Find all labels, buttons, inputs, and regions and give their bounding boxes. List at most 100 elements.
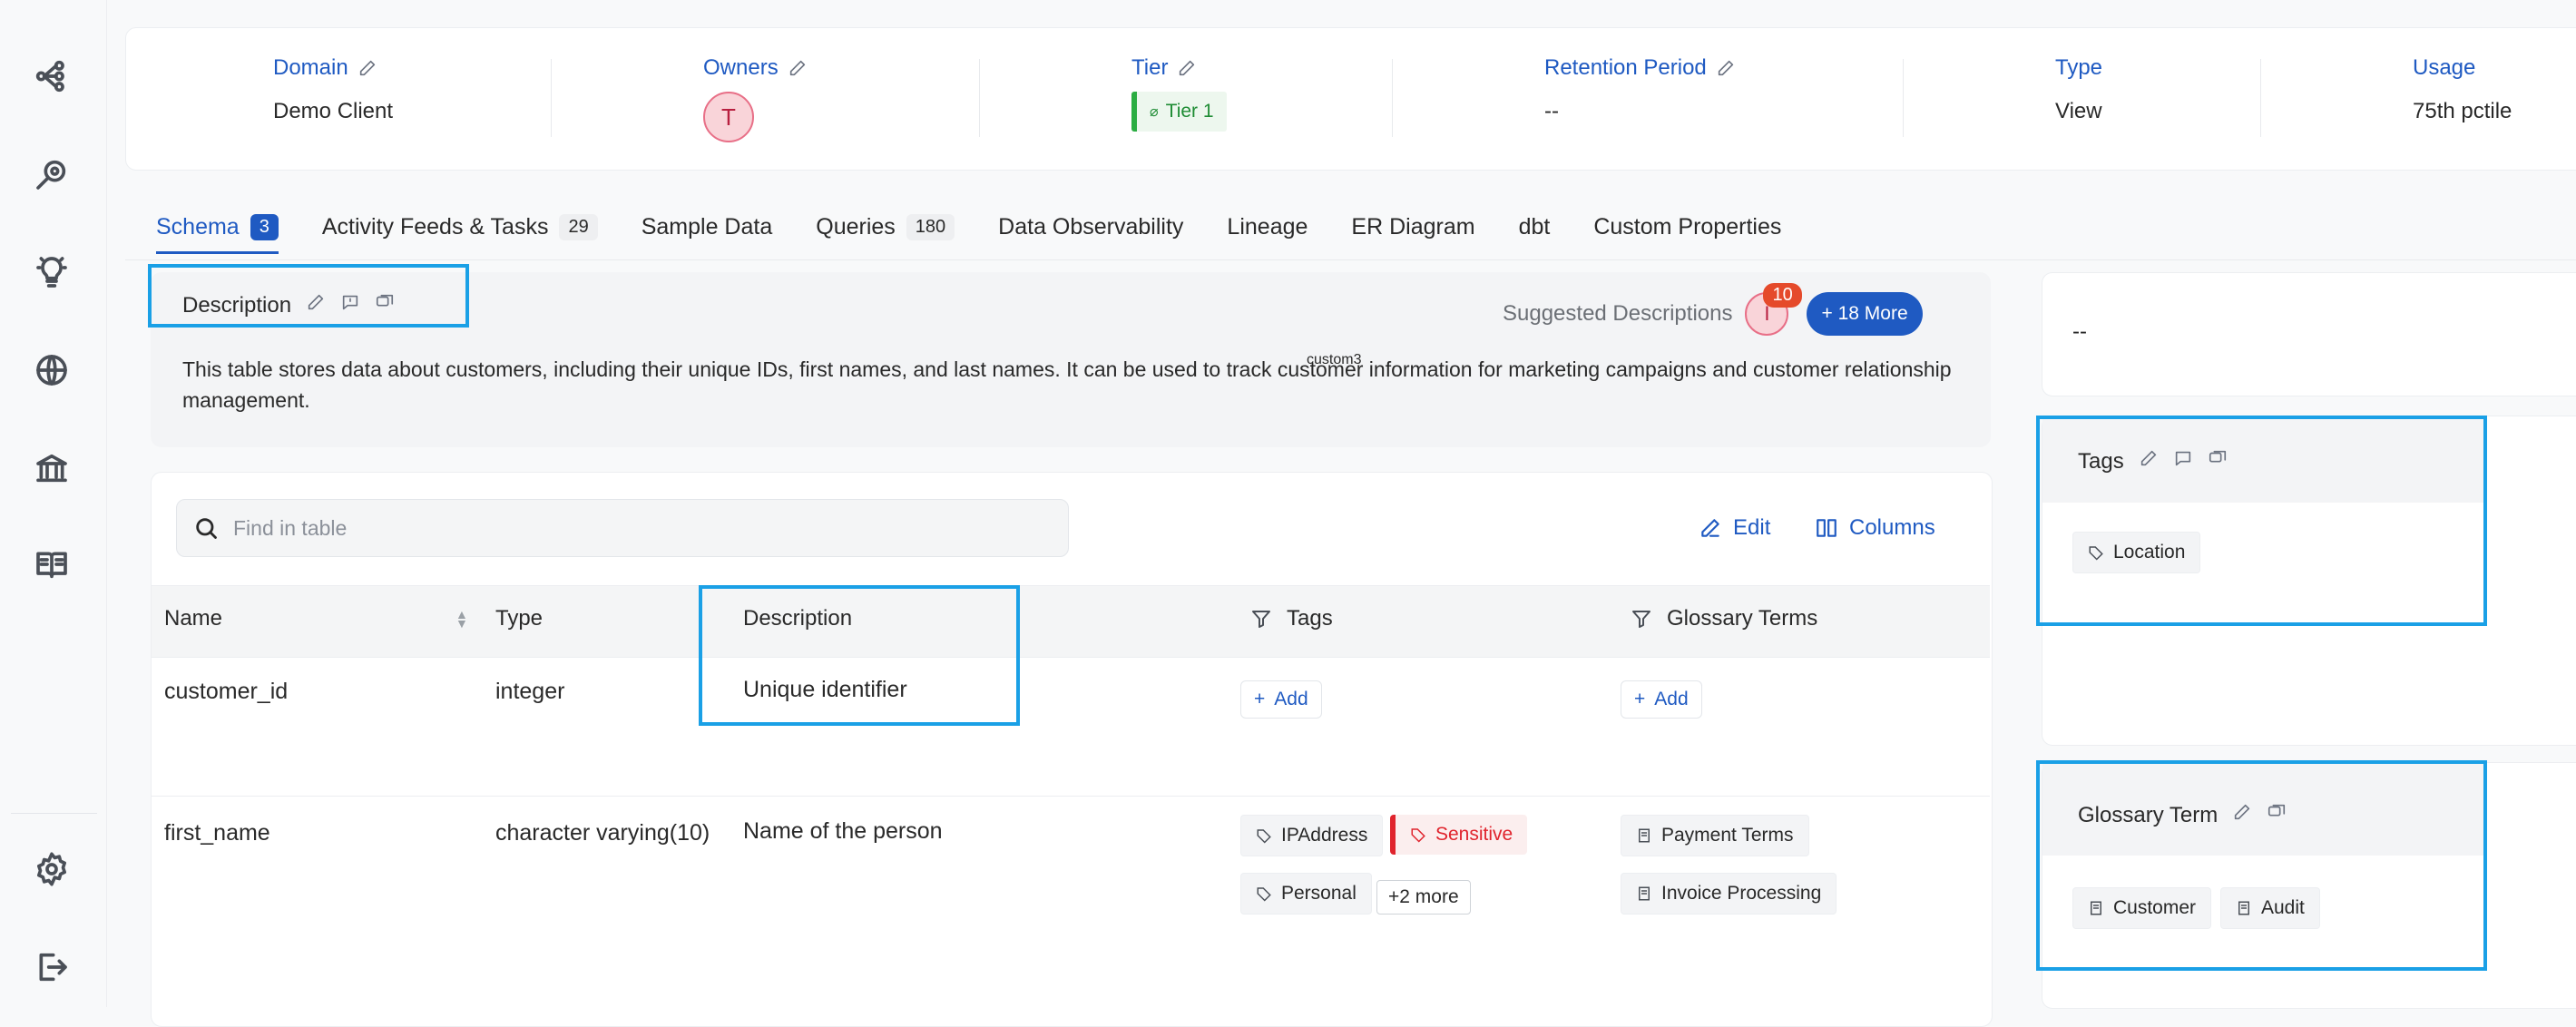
tab-label: Lineage bbox=[1227, 213, 1308, 240]
edit-label: Edit bbox=[1733, 515, 1771, 540]
tab-er-diagram[interactable]: ER Diagram bbox=[1351, 205, 1474, 249]
glossary-chip[interactable]: Payment Terms bbox=[1621, 815, 1809, 856]
add-tag-button[interactable]: + Add bbox=[1240, 680, 1322, 719]
retention-value: -- bbox=[1544, 99, 1559, 123]
tab-queries[interactable]: Queries 180 bbox=[816, 205, 955, 249]
conversation-icon[interactable] bbox=[375, 292, 395, 318]
description-header: Description bbox=[182, 292, 395, 318]
docs-icon[interactable] bbox=[30, 543, 73, 586]
owners-field: Owners T bbox=[703, 55, 808, 142]
header-label: Name bbox=[164, 606, 223, 631]
tab-custom-properties[interactable]: Custom Properties bbox=[1593, 205, 1781, 249]
tier-chip[interactable]: ⌀ Tier 1 bbox=[1131, 92, 1227, 132]
tier-field: Tier ⌀ Tier 1 bbox=[1131, 55, 1227, 132]
governance-icon[interactable] bbox=[30, 446, 73, 490]
more-tags-button[interactable]: +2 more bbox=[1376, 880, 1471, 915]
tab-schema[interactable]: Schema 3 bbox=[156, 205, 279, 254]
tab-label: Data Observability bbox=[998, 213, 1184, 240]
entity-header: Domain Demo Client Owners T Tier ⌀ Tier … bbox=[125, 27, 2576, 171]
tier-label: Tier bbox=[1131, 55, 1169, 80]
settings-icon[interactable] bbox=[30, 847, 73, 891]
type-field: Type View bbox=[2055, 55, 2102, 124]
edit-retention-icon[interactable] bbox=[1716, 58, 1736, 78]
header-divider bbox=[551, 59, 552, 137]
header-divider bbox=[1903, 59, 1904, 137]
tab-count: 3 bbox=[250, 213, 279, 240]
column-header-glossary[interactable]: Glossary Terms bbox=[1631, 606, 1817, 631]
logout-icon[interactable] bbox=[30, 945, 73, 989]
plus-icon: + bbox=[1254, 689, 1266, 709]
glossary-chip[interactable]: Invoice Processing bbox=[1621, 873, 1837, 915]
tab-activity-feeds[interactable]: Activity Feeds & Tasks 29 bbox=[322, 205, 598, 249]
domain-field: Domain Demo Client bbox=[273, 55, 393, 124]
sort-icon[interactable]: ▲ ▼ bbox=[455, 608, 468, 630]
glossary-label: Payment Terms bbox=[1661, 825, 1794, 846]
tab-data-observability[interactable]: Data Observability bbox=[998, 205, 1183, 249]
tag-icon bbox=[1257, 829, 1271, 844]
more-suggestions-button[interactable]: + 18 More bbox=[1807, 292, 1923, 336]
tab-count: 180 bbox=[906, 213, 955, 240]
add-label: Add bbox=[1274, 689, 1308, 709]
column-header-tags[interactable]: Tags bbox=[1250, 606, 1333, 631]
tag-chip-sensitive[interactable]: Sensitive bbox=[1390, 815, 1528, 855]
glossary-icon bbox=[1639, 886, 1650, 901]
tab-count: 29 bbox=[559, 213, 598, 240]
column-name-cell[interactable]: customer_id bbox=[164, 679, 288, 705]
tab-label: Custom Properties bbox=[1593, 213, 1782, 240]
globe-icon[interactable] bbox=[30, 348, 73, 392]
columns-label: Columns bbox=[1849, 515, 1935, 540]
suggestion-count-badge: 10 bbox=[1763, 283, 1802, 308]
edit-domain-icon[interactable] bbox=[358, 58, 377, 78]
edit-table-button[interactable]: Edit bbox=[1699, 515, 1770, 541]
explore-icon[interactable] bbox=[30, 152, 73, 196]
suggestion-avatar[interactable]: I 10 bbox=[1745, 283, 1802, 336]
request-description-icon[interactable] bbox=[340, 292, 360, 318]
edit-description-icon[interactable] bbox=[306, 292, 326, 318]
tab-sample-data[interactable]: Sample Data bbox=[642, 205, 773, 249]
owners-label: Owners bbox=[703, 55, 779, 80]
data-lineage-icon[interactable] bbox=[30, 54, 73, 98]
description-title: Description bbox=[182, 292, 292, 318]
add-label: Add bbox=[1654, 689, 1689, 709]
tag-label: Sensitive bbox=[1435, 824, 1513, 845]
columns-button[interactable]: Columns bbox=[1815, 515, 1935, 541]
tab-dbt[interactable]: dbt bbox=[1519, 205, 1551, 249]
type-label: Type bbox=[2055, 55, 2103, 80]
tag-chip[interactable]: IPAddress bbox=[1240, 815, 1384, 856]
column-type-cell: integer bbox=[495, 679, 565, 704]
tag-chip[interactable]: Personal bbox=[1240, 873, 1372, 915]
tab-label: Sample Data bbox=[641, 213, 773, 240]
add-glossary-term-button[interactable]: + Add bbox=[1621, 680, 1702, 719]
tab-label: ER Diagram bbox=[1351, 213, 1475, 240]
type-value: View bbox=[2055, 99, 2102, 123]
left-nav bbox=[0, 0, 107, 1007]
find-in-table-input[interactable]: Find in table bbox=[176, 499, 1069, 557]
header-divider bbox=[2260, 59, 2261, 137]
description-text: This table stores data about customers, … bbox=[182, 357, 1952, 412]
tab-lineage[interactable]: Lineage bbox=[1227, 205, 1308, 249]
highlight-box bbox=[699, 585, 1020, 726]
usage-label: Usage bbox=[2413, 55, 2476, 80]
domain-label: Domain bbox=[273, 55, 348, 80]
edit-owners-icon[interactable] bbox=[788, 58, 808, 78]
tag-icon bbox=[1411, 828, 1425, 843]
header-label: Glossary Terms bbox=[1667, 606, 1818, 631]
domain-value: Demo Client bbox=[273, 99, 394, 123]
retention-label: Retention Period bbox=[1544, 55, 1707, 80]
retention-field: Retention Period -- bbox=[1544, 55, 1736, 124]
column-description-cell[interactable]: Name of the person bbox=[743, 818, 943, 845]
tier-value: Tier 1 bbox=[1165, 101, 1214, 122]
column-header-name[interactable]: Name bbox=[164, 606, 222, 631]
filter-icon bbox=[1632, 611, 1650, 628]
owner-avatar[interactable]: T bbox=[703, 92, 754, 142]
right-panel-card bbox=[2042, 272, 2576, 396]
header-divider bbox=[979, 59, 980, 137]
row-divider bbox=[152, 796, 1990, 797]
tab-label: Schema bbox=[156, 213, 240, 240]
tab-label: dbt bbox=[1518, 213, 1551, 240]
insights-icon[interactable] bbox=[30, 250, 73, 294]
edit-icon bbox=[1701, 519, 1719, 537]
edit-tier-icon[interactable] bbox=[1177, 58, 1197, 78]
filter-icon bbox=[1252, 611, 1270, 628]
column-name-cell[interactable]: first_name bbox=[164, 820, 270, 846]
